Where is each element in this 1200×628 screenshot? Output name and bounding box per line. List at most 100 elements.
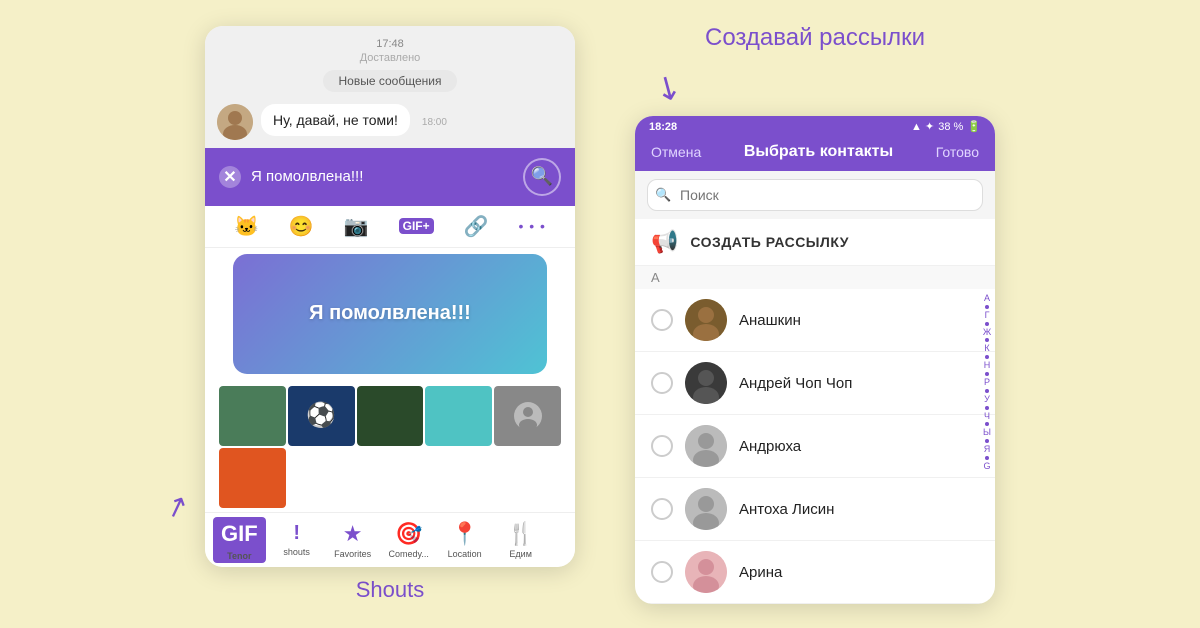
done-button[interactable]: Готово xyxy=(936,144,979,160)
alpha-y[interactable]: Ы xyxy=(983,427,991,438)
alpha-n[interactable]: Н xyxy=(984,360,991,371)
contact-name-4: Антоха Лисин xyxy=(739,501,834,518)
sticker-preview-card: Я помолвлена!!! xyxy=(233,254,547,374)
alpha-k[interactable]: К xyxy=(984,343,989,354)
sender-avatar xyxy=(217,104,253,140)
sticker-grid: ⚽ xyxy=(205,378,575,512)
alpha-dot-3 xyxy=(985,338,989,342)
delivered-status: Доставлено xyxy=(205,52,575,70)
picker-header: Отмена Выбрать контакты Готово xyxy=(635,133,995,171)
alpha-zh[interactable]: Ж xyxy=(983,327,991,338)
contact-avatar-4 xyxy=(685,488,727,530)
tab-tenor[interactable]: GIF Tenor xyxy=(213,517,266,563)
alpha-dot-6 xyxy=(985,389,989,393)
chat-area: 17:48 Доставлено Новые сообщения Ну, дав… xyxy=(205,26,575,148)
contact-checkbox-1[interactable] xyxy=(651,309,673,331)
sticker-toolbar: 🐱 😊 📷 GIF+ 🔗 • • • xyxy=(205,206,575,248)
create-broadcast-row[interactable]: 📢 СОЗДАТЬ РАССЫЛКУ xyxy=(635,219,995,266)
left-caption: Shouts xyxy=(356,577,425,603)
contact-row-arina[interactable]: Арина xyxy=(635,541,995,604)
contact-name-3: Андрюха xyxy=(739,438,801,455)
gif-icon[interactable]: GIF+ xyxy=(399,218,434,234)
status-time: 18:28 xyxy=(649,121,677,133)
edim-tab-icon: 🍴 xyxy=(507,521,534,547)
arrow-decoration-right: ↘ xyxy=(647,64,689,110)
broadcast-icon: 📢 xyxy=(651,229,678,255)
alpha-u[interactable]: У xyxy=(984,394,990,405)
status-bar: 18:28 ▲ ✦ 38 % 🔋 xyxy=(635,116,995,133)
tab-favorites-label: Favorites xyxy=(334,549,371,559)
contact-checkbox-5[interactable] xyxy=(651,561,673,583)
search-wrap xyxy=(647,179,983,211)
broadcast-label: СОЗДАТЬ РАССЫЛКУ xyxy=(690,234,849,250)
alpha-dot-8 xyxy=(985,422,989,426)
right-caption: Создавай рассылки xyxy=(705,24,925,52)
contact-row-andrey[interactable]: Андрей Чоп Чоп xyxy=(635,352,995,415)
sticker-thumb-5[interactable] xyxy=(494,386,561,446)
incoming-bubble: Ну, давай, не томи! xyxy=(261,104,410,136)
picker-title: Выбрать контакты xyxy=(744,143,893,161)
tab-tenor-label: Tenor xyxy=(227,551,251,561)
contact-name-2: Андрей Чоп Чоп xyxy=(739,375,852,392)
alpha-g[interactable]: Г xyxy=(985,310,990,321)
alpha-dot-1 xyxy=(985,305,989,309)
contact-checkbox-2[interactable] xyxy=(651,372,673,394)
alphabet-index: А Г Ж К Н Р У Ч Ы Я G xyxy=(979,289,995,604)
contact-picker: 18:28 ▲ ✦ 38 % 🔋 Отмена Выбрать контакты… xyxy=(635,116,995,604)
alpha-r[interactable]: Р xyxy=(984,377,990,388)
alpha-dot-5 xyxy=(985,372,989,376)
tab-comedy[interactable]: 🎯 Comedy... xyxy=(384,521,434,559)
camera-icon[interactable]: 📷 xyxy=(344,214,369,239)
message-time: 17:48 xyxy=(205,34,575,52)
compose-bar[interactable]: ✕ Я помолвлена!!! 🔍 xyxy=(205,148,575,206)
shouts-tab-icon: ! xyxy=(293,522,300,545)
sticker-thumb-1[interactable] xyxy=(219,386,286,446)
contact-avatar-1 xyxy=(685,299,727,341)
new-messages-divider: Новые сообщения xyxy=(205,70,575,92)
contact-checkbox-3[interactable] xyxy=(651,435,673,457)
phone-mockup-left: 17:48 Доставлено Новые сообщения Ну, дав… xyxy=(205,26,575,567)
emoji-icon[interactable]: 😊 xyxy=(289,214,314,239)
alpha-ch[interactable]: Ч xyxy=(984,411,990,422)
section-letter-a: А xyxy=(635,266,995,289)
alpha-ya[interactable]: Я xyxy=(984,444,991,455)
sticker-thumb-3[interactable] xyxy=(357,386,424,446)
cancel-button[interactable]: Отмена xyxy=(651,144,701,160)
signal-icon: ▲ ✦ xyxy=(911,120,934,133)
tab-shouts[interactable]: ! shouts xyxy=(272,522,322,557)
alpha-dot-10 xyxy=(985,456,989,460)
alpha-dot-7 xyxy=(985,406,989,410)
contact-avatar-5 xyxy=(685,551,727,593)
search-button[interactable]: 🔍 xyxy=(523,158,561,196)
alpha-dot-9 xyxy=(985,439,989,443)
arrow-decoration-left: ↗ xyxy=(160,486,193,525)
tab-favorites[interactable]: ★ Favorites xyxy=(328,521,378,559)
alpha-a[interactable]: А xyxy=(984,293,990,304)
cat-icon[interactable]: 🐱 xyxy=(234,214,259,239)
tab-location-label: Location xyxy=(448,549,482,559)
contact-name-5: Арина xyxy=(739,564,782,581)
sticker-preview-text: Я помолвлена!!! xyxy=(309,302,471,325)
contact-row-anashkin[interactable]: Анашкин xyxy=(635,289,995,352)
right-section: Создавай рассылки ↘ 18:28 ▲ ✦ 38 % 🔋 Отм… xyxy=(635,24,995,604)
link-icon[interactable]: 🔗 xyxy=(464,214,489,239)
contact-row-andryukha[interactable]: Андрюха xyxy=(635,415,995,478)
tab-edim[interactable]: 🍴 Едим xyxy=(496,521,546,559)
close-icon[interactable]: ✕ xyxy=(219,166,241,188)
alpha-dot-4 xyxy=(985,355,989,359)
contact-checkbox-4[interactable] xyxy=(651,498,673,520)
sticker-thumb-4[interactable] xyxy=(425,386,492,446)
search-input[interactable] xyxy=(647,179,983,211)
alpha-G[interactable]: G xyxy=(983,461,990,472)
contact-row-antokha[interactable]: Антоха Лисин xyxy=(635,478,995,541)
more-icon[interactable]: • • • xyxy=(518,218,545,234)
tab-location[interactable]: 📍 Location xyxy=(440,521,490,559)
typed-text: Я помолвлена!!! xyxy=(251,168,513,185)
incoming-message-row: Ну, давай, не томи! 18:00 xyxy=(205,100,575,148)
sticker-thumb-6[interactable] xyxy=(219,448,286,508)
battery-icon: 🔋 xyxy=(967,120,981,133)
sticker-thumb-2[interactable]: ⚽ xyxy=(288,386,355,446)
tab-edim-label: Едим xyxy=(509,549,531,559)
gif-tab-icon: GIF xyxy=(217,519,262,549)
tab-comedy-label: Comedy... xyxy=(388,549,428,559)
